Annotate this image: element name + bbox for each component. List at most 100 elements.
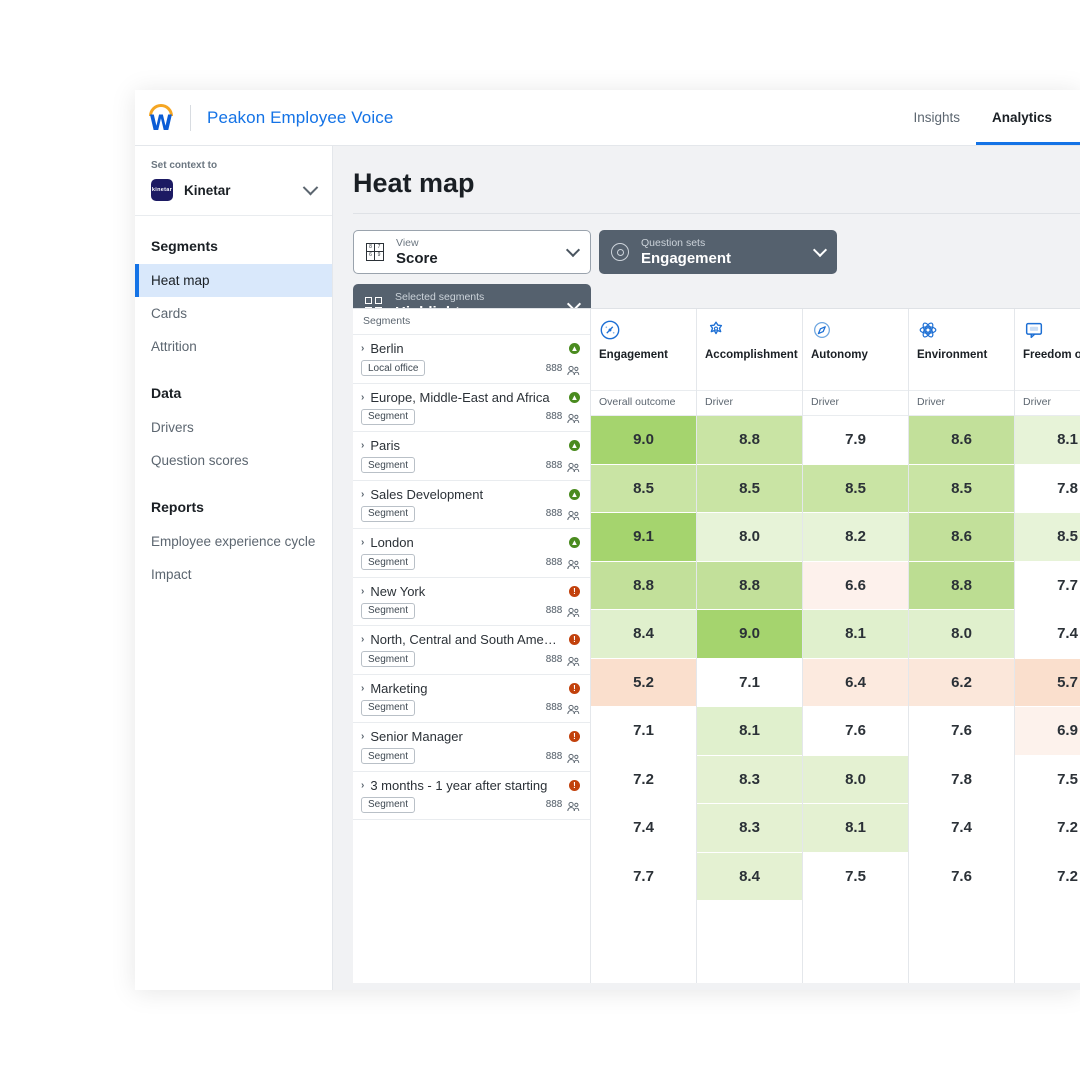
segments-column-header: Segments xyxy=(353,309,590,335)
workday-logo-icon[interactable]: W xyxy=(144,101,178,135)
heat-cell[interactable]: 8.8 xyxy=(591,561,696,610)
table-row[interactable]: › Marketing! Segment 888 xyxy=(353,675,590,723)
column-header[interactable]: Freedom of o xyxy=(1015,309,1080,390)
heat-cell[interactable]: 6.2 xyxy=(909,658,1014,707)
heat-cell[interactable]: 6.9 xyxy=(1015,707,1080,756)
chevron-down-icon[interactable] xyxy=(812,242,828,258)
heat-cell[interactable]: 8.3 xyxy=(697,755,802,804)
table-row[interactable]: › Senior Manager! Segment 888 xyxy=(353,723,590,772)
sidebar-item-employee-experience-cycle[interactable]: Employee experience cycle xyxy=(135,525,332,558)
column-header[interactable]: Engagement xyxy=(591,309,696,390)
column-header[interactable]: Autonomy xyxy=(803,309,908,390)
heat-cell[interactable]: 8.8 xyxy=(697,416,802,465)
table-row[interactable]: › Sales Development ▲ Segment 888 xyxy=(353,481,590,529)
sidebar-item-drivers[interactable]: Drivers xyxy=(135,411,332,444)
heat-cell[interactable]: 7.9 xyxy=(803,416,908,465)
heat-cell[interactable]: 8.0 xyxy=(909,610,1014,659)
heat-cell[interactable]: 8.4 xyxy=(591,610,696,659)
expand-caret-icon[interactable]: › xyxy=(361,731,364,742)
heat-cell[interactable]: 5.2 xyxy=(591,658,696,707)
table-row[interactable]: › London ▲ Segment 888 xyxy=(353,529,590,578)
heat-cell[interactable]: 7.2 xyxy=(1015,852,1080,901)
heat-cell[interactable]: 8.0 xyxy=(697,513,802,562)
column-header[interactable]: Environment xyxy=(909,309,1014,390)
heat-cell[interactable]: 5.7 xyxy=(1015,658,1080,707)
expand-caret-icon[interactable]: › xyxy=(361,586,364,597)
tab-insights[interactable]: Insights xyxy=(897,90,976,145)
people-icon xyxy=(567,751,580,763)
sidebar-item-attrition[interactable]: Attrition xyxy=(135,330,332,363)
expand-caret-icon[interactable]: › xyxy=(361,392,364,403)
sidebar-item-question-scores[interactable]: Question scores xyxy=(135,444,332,477)
heat-map-column: Environment Driver 8.6 8.5 8.6 8.8 8.0 6.2 7.6 7.… xyxy=(909,309,1015,983)
heat-cell[interactable]: 9.0 xyxy=(697,610,802,659)
heat-cell[interactable]: 7.7 xyxy=(591,852,696,901)
heat-cell[interactable]: 8.2 xyxy=(803,513,908,562)
expand-caret-icon[interactable]: › xyxy=(361,440,364,451)
heat-cell[interactable]: 8.5 xyxy=(909,464,1014,513)
people-icon xyxy=(567,654,580,666)
table-row[interactable]: › New York! Segment 888 xyxy=(353,578,590,626)
top-navigation: Insights Analytics xyxy=(897,90,1080,145)
expand-caret-icon[interactable]: › xyxy=(361,780,364,791)
heat-cell[interactable]: 8.5 xyxy=(803,464,908,513)
heat-cell[interactable]: 8.3 xyxy=(697,804,802,853)
heat-cell[interactable]: 8.5 xyxy=(1015,513,1080,562)
expand-caret-icon[interactable]: › xyxy=(361,537,364,548)
heat-cell[interactable]: 7.7 xyxy=(1015,561,1080,610)
heat-cell[interactable]: 9.0 xyxy=(591,416,696,465)
heat-cell[interactable]: 8.4 xyxy=(697,852,802,901)
table-row[interactable]: › 3 months - 1 year after starting! Segmen… xyxy=(353,772,590,820)
heat-cell[interactable]: 7.5 xyxy=(803,852,908,901)
heat-cell[interactable]: 8.6 xyxy=(909,513,1014,562)
column-header[interactable]: Accomplishment xyxy=(697,309,802,390)
heat-cell[interactable]: 9.1 xyxy=(591,513,696,562)
heat-cell[interactable]: 7.4 xyxy=(591,804,696,853)
heat-cell[interactable]: 8.6 xyxy=(909,416,1014,465)
heat-cell[interactable]: 6.4 xyxy=(803,658,908,707)
heat-cell[interactable]: 7.8 xyxy=(1015,464,1080,513)
heat-cell[interactable]: 8.5 xyxy=(591,464,696,513)
expand-caret-icon[interactable]: › xyxy=(361,343,364,354)
sidebar-item-cards[interactable]: Cards xyxy=(135,297,332,330)
chevron-down-icon[interactable] xyxy=(565,242,581,258)
table-row[interactable]: › Berlin ▲ Local office 888 xyxy=(353,335,590,384)
heat-cell[interactable]: 7.6 xyxy=(909,852,1014,901)
heat-cell[interactable]: 7.2 xyxy=(1015,804,1080,853)
expand-caret-icon[interactable]: › xyxy=(361,683,364,694)
question-sets-label: Question sets xyxy=(641,236,706,249)
expand-caret-icon[interactable]: › xyxy=(361,634,364,645)
heat-cell[interactable]: 7.6 xyxy=(909,707,1014,756)
heat-cell[interactable]: 8.1 xyxy=(1015,416,1080,465)
page-title: Heat map xyxy=(353,168,475,198)
segment-type-badge: Segment xyxy=(361,602,416,619)
tab-analytics[interactable]: Analytics xyxy=(976,90,1080,145)
view-dropdown[interactable]: 8769 View Score xyxy=(353,230,591,274)
heat-cell[interactable]: 6.6 xyxy=(803,561,908,610)
expand-caret-icon[interactable]: › xyxy=(361,489,364,500)
heat-cell[interactable]: 8.1 xyxy=(803,804,908,853)
sidebar-item-impact[interactable]: Impact xyxy=(135,558,332,591)
heat-cell[interactable]: 7.1 xyxy=(591,707,696,756)
heat-cell[interactable]: 8.8 xyxy=(697,561,802,610)
sidebar-item-heat-map[interactable]: Heat map xyxy=(135,264,332,297)
context-selector[interactable]: Set context to kinetar Kinetar xyxy=(135,146,332,216)
view-dropdown-label: View xyxy=(396,236,419,249)
heat-cell[interactable]: 7.6 xyxy=(803,707,908,756)
heat-cell[interactable]: 7.1 xyxy=(697,658,802,707)
question-sets-dropdown[interactable]: Question sets Engagement xyxy=(599,230,837,274)
heat-cell[interactable]: 7.8 xyxy=(909,755,1014,804)
heat-cell[interactable]: 8.1 xyxy=(803,610,908,659)
heat-cell[interactable]: 7.4 xyxy=(1015,610,1080,659)
table-row[interactable]: › Paris ▲ Segment 888 xyxy=(353,432,590,481)
chevron-down-icon[interactable] xyxy=(302,179,319,195)
heat-cell[interactable]: 8.1 xyxy=(697,707,802,756)
heat-cell[interactable]: 7.2 xyxy=(591,755,696,804)
table-row[interactable]: › Europe, Middle-East and Africa ▲ Segment 8… xyxy=(353,384,590,432)
table-row[interactable]: › North, Central and South Ame…! Segment 88… xyxy=(353,626,590,675)
heat-cell[interactable]: 8.8 xyxy=(909,561,1014,610)
heat-cell[interactable]: 8.0 xyxy=(803,755,908,804)
heat-cell[interactable]: 7.5 xyxy=(1015,755,1080,804)
heat-cell[interactable]: 7.4 xyxy=(909,804,1014,853)
heat-cell[interactable]: 8.5 xyxy=(697,464,802,513)
